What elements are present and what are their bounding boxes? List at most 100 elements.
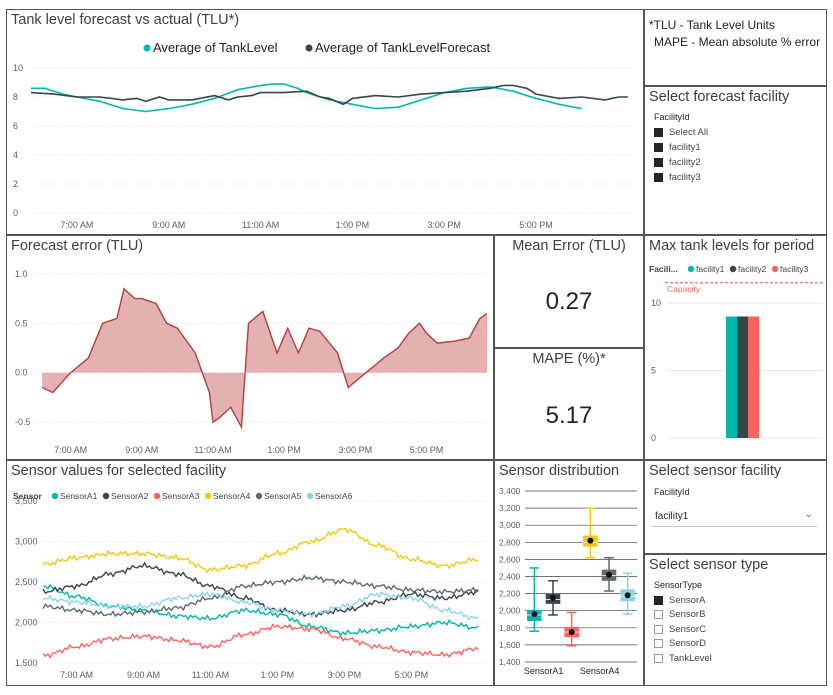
legend-marker — [305, 44, 313, 52]
mean-error-card: Mean Error (TLU) 0.27 — [494, 235, 644, 348]
legend-label: facility1 — [696, 264, 725, 274]
checkbox[interactable] — [654, 624, 663, 634]
y-tick-label: 1,500 — [15, 658, 38, 668]
legend-label: facility3 — [780, 264, 809, 274]
y-tick-label: 2,200 — [499, 589, 521, 599]
checkbox[interactable] — [654, 142, 663, 152]
bar-facility3 — [748, 316, 759, 438]
panel-title: Select forecast facility — [649, 89, 790, 105]
series-line — [30, 84, 628, 106]
bar-facility2 — [737, 316, 748, 438]
y-tick-label: 0 — [13, 208, 18, 218]
checkbox[interactable] — [654, 595, 663, 605]
tank-forecast-panel[interactable]: Tank level forecast vs actual (TLU*) 024… — [6, 9, 644, 235]
x-tick-label: 5:00 PM — [395, 670, 429, 680]
y-tick-label: 2,800 — [499, 537, 521, 547]
checkbox[interactable] — [654, 157, 663, 167]
legend-label: SensorA2 — [111, 491, 149, 501]
note-tlu: *TLU - Tank Level Units — [649, 18, 775, 32]
sensor-distribution-panel[interactable]: Sensor distribution 1,400 1,600 1,800 2,000… — [494, 460, 644, 686]
series-line-SensorA3 — [42, 623, 479, 659]
y-tick-label: 1,600 — [499, 640, 521, 650]
y-tick-label: 8 — [13, 92, 18, 102]
legend-label: Average of TankLevel — [153, 40, 278, 55]
slicer-item-sensorb[interactable]: SensorB — [654, 608, 705, 622]
x-tick-label: 11:00 AM — [242, 220, 279, 230]
x-tick-label: 9:00 AM — [127, 670, 160, 680]
x-tick-label: 7:00 AM — [60, 220, 93, 230]
slicer-item-label: facility1 — [669, 141, 701, 153]
y-tick-label: 10 — [651, 298, 661, 308]
slicer-item-facility1[interactable]: facility1 — [654, 140, 701, 154]
legend-label: SensorA3 — [162, 491, 200, 501]
bar-facility1 — [726, 316, 737, 438]
legend-title: Sensor — [13, 491, 43, 501]
slicer-item-label: SensorD — [669, 638, 706, 649]
series-line-SensorA4 — [42, 527, 479, 574]
x-tick-label: 9:00 AM — [125, 445, 158, 455]
forecast-facility-slicer[interactable]: Select forecast facility FacilityId Sele… — [644, 86, 827, 235]
y-tick-label: 2,000 — [499, 606, 521, 616]
slicer-item-tanklevel[interactable]: TankLevel — [654, 651, 712, 665]
mean-marker — [550, 594, 556, 601]
max-tank-panel[interactable]: Max tank levels for period 0 5 10 Facili...… — [644, 235, 827, 460]
legend-title: Facili... — [649, 264, 678, 274]
x-tick-label: 11:00 AM — [192, 670, 229, 680]
sensor-type-slicer[interactable]: Select sensor type SensorType SensorA Sen… — [644, 554, 827, 686]
legend-marker — [771, 265, 779, 273]
y-tick-label: 0.0 — [15, 368, 28, 378]
checkbox[interactable] — [654, 172, 663, 182]
slicer-item-facility3[interactable]: facility3 — [654, 170, 701, 184]
y-tick-label: 3,000 — [499, 520, 521, 530]
slicer-item-sensora[interactable]: SensorA — [654, 593, 705, 607]
note-mape: MAPE - Mean absolute % error — [654, 35, 821, 49]
legend-label: SensorA5 — [264, 491, 302, 501]
y-tick-label: 2,500 — [15, 577, 38, 587]
y-tick-label: 0.5 — [15, 318, 28, 328]
max-tank-chart[interactable]: 0 5 10 Facili... facility1 facility2 facility3… — [645, 236, 827, 460]
card-title: Mean Error (TLU) — [512, 238, 626, 254]
y-tick-label: -0.5 — [15, 417, 31, 427]
tank-forecast-chart[interactable]: 0 2 4 6 8 10 7:00 AM 9:00 AM 11:00 AM 1:00 PM 3:00… — [7, 10, 644, 235]
facility-dropdown[interactable]: facility1 ⌄ — [651, 505, 817, 527]
legend-label: facility2 — [738, 264, 767, 274]
panel-title: Select sensor type — [649, 557, 769, 573]
mean-marker — [587, 537, 594, 544]
legend-marker — [143, 44, 151, 52]
slicer-item-label: facility2 — [669, 156, 701, 168]
checkbox[interactable] — [654, 653, 663, 663]
slicer-item-label: SensorC — [669, 623, 706, 635]
series-line-SensorA5 — [42, 574, 479, 618]
sensor-values-chart[interactable]: 1,5002,0002,5003,0003,5007:00 AM 9:00 AM 1… — [7, 461, 494, 686]
forecast-error-panel[interactable]: Forecast error (TLU) -0.5 0.0 0.5 1.0 7:00 A… — [6, 235, 494, 460]
y-tick-label: 6 — [13, 121, 18, 131]
sensor-values-panel[interactable]: Sensor values for selected facility 1,50… — [6, 460, 494, 686]
y-tick-label: 3,400 — [499, 486, 521, 496]
y-tick-label: 10 — [13, 63, 23, 73]
checkbox[interactable] — [654, 639, 663, 648]
legend-label: SensorA1 — [60, 491, 98, 501]
y-tick-label: 4 — [13, 150, 18, 160]
slicer-item-sensord[interactable]: SensorD — [654, 637, 706, 651]
sensor-distribution-chart[interactable]: 1,400 1,600 1,800 2,000 2,200 2,400 2,600 2,800… — [495, 461, 644, 686]
slicer-item-select-all[interactable]: Select All — [654, 125, 708, 139]
y-tick-label: 3,200 — [499, 503, 521, 513]
checkbox[interactable] — [654, 127, 663, 137]
y-tick-label: 2 — [13, 179, 18, 189]
legend-marker — [102, 492, 110, 500]
slicer-item-facility2[interactable]: facility2 — [654, 155, 701, 169]
x-tick-label: 5:00 PM — [519, 220, 553, 230]
legend-marker — [687, 265, 695, 273]
x-category-label: SensorA4 — [580, 666, 620, 676]
y-tick-label: 0 — [651, 433, 656, 443]
x-tick-label: 3:00 PM — [427, 220, 461, 230]
series-line — [31, 83, 583, 113]
slicer-item-label: facility3 — [669, 171, 701, 183]
checkbox[interactable] — [654, 610, 663, 619]
forecast-error-chart[interactable]: -0.5 0.0 0.5 1.0 7:00 AM 9:00 AM 11:00 AM 1:00 … — [7, 236, 494, 460]
sensor-facility-slicer[interactable]: Select sensor facility FacilityId facili… — [644, 460, 827, 554]
dropdown-value: facility1 — [655, 511, 689, 522]
slicer-item-sensorc[interactable]: SensorC — [654, 622, 706, 636]
legend-marker — [153, 492, 161, 500]
error-area — [42, 288, 487, 428]
